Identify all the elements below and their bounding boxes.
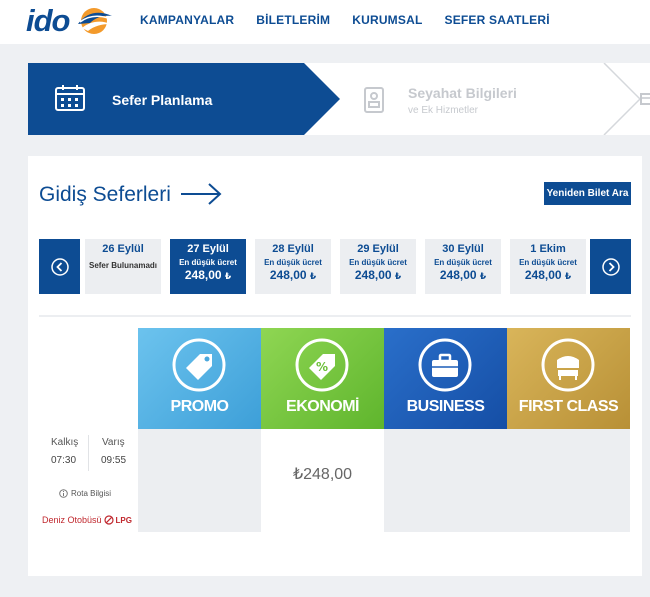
search-again-button[interactable]: Yeniden Bilet Ara <box>544 182 631 205</box>
nav-kampanyalar[interactable]: KAMPANYALAR <box>140 13 234 27</box>
date-option[interactable]: 30 Eylül En düşük ücret 248,00 ₺ <box>425 239 501 294</box>
step-2-label: Seyahat Bilgileri <box>408 85 517 101</box>
departure-label: Kalkış <box>51 437 79 448</box>
date-label: 26 Eylül <box>102 243 144 255</box>
ido-logo[interactable]: ido <box>26 3 114 39</box>
time-divider <box>88 435 89 471</box>
date-label: 27 Eylül <box>187 243 229 255</box>
route-info-link[interactable]: Rota Bilgisi <box>59 489 111 498</box>
date-label: 30 Eylül <box>442 243 484 255</box>
calendar-icon <box>55 85 85 111</box>
promo-tag-icon <box>172 338 226 392</box>
vessel-name: Deniz Otobüsü <box>42 515 102 525</box>
fuel-badge: LPG <box>115 515 132 525</box>
date-next-button[interactable] <box>590 239 631 294</box>
departure-panel: Gidiş Seferleri Yeniden Bilet Ara 26 Eyl… <box>28 156 642 576</box>
trip-info: Kalkış 07:30 Varış 09:55 Rota Bilgisi De… <box>39 429 138 532</box>
economy-discount-icon: % <box>295 338 349 392</box>
date-status: En düşük ücret <box>349 258 407 267</box>
info-icon <box>59 489 68 498</box>
date-price: 248,00 ₺ <box>439 268 487 282</box>
date-prev-button[interactable] <box>39 239 80 294</box>
svg-text:%: % <box>316 360 328 374</box>
top-bar: ido KAMPANYALAR BİLETLERİM KURUMSAL SEFE… <box>0 0 650 44</box>
nav-biletlerim[interactable]: BİLETLERİM <box>256 13 330 27</box>
date-label: 28 Eylül <box>272 243 314 255</box>
booking-steps: Sefer Planlama Seyahat Bilgileri ve Ek H… <box>28 63 650 135</box>
passenger-card-icon <box>364 87 384 113</box>
step-1-label: Sefer Planlama <box>112 92 213 108</box>
departure-time: 07:30 <box>51 455 77 466</box>
chevron-right-icon <box>601 257 620 276</box>
date-status: Sefer Bulunamadı <box>88 261 157 270</box>
date-label: 1 Ekim <box>530 243 566 255</box>
fare-cell-promo <box>138 429 261 532</box>
fare-cell-first-class <box>507 429 630 532</box>
date-label: 29 Eylül <box>357 243 399 255</box>
date-price: 248,00 ₺ <box>524 268 572 282</box>
page-title: Gidiş Seferleri <box>39 183 171 206</box>
date-option-selected[interactable]: 27 Eylül En düşük ücret 248,00 ₺ <box>170 239 246 294</box>
date-status: En düşük ücret <box>179 258 237 267</box>
dolphin-logo-icon <box>77 8 112 34</box>
logo-text: ido <box>26 3 70 38</box>
arrival-label: Varış <box>102 437 125 448</box>
divider <box>39 315 631 317</box>
date-price: 248,00 ₺ <box>354 268 402 282</box>
fare-header-ekonomi: % EKONOMİ <box>261 328 384 429</box>
date-price: 248,00 ₺ <box>184 268 232 282</box>
main-nav: KAMPANYALAR BİLETLERİM KURUMSAL SEFER SA… <box>140 13 572 27</box>
arrow-right-icon <box>181 183 222 205</box>
date-option[interactable]: 29 Eylül En düşük ücret 248,00 ₺ <box>340 239 416 294</box>
nav-kurumsal[interactable]: KURUMSAL <box>352 13 422 27</box>
date-option[interactable]: 26 Eylül Sefer Bulunamadı <box>85 239 161 294</box>
date-status: En düşük ücret <box>519 258 577 267</box>
fare-name: PROMO <box>170 398 229 415</box>
no-sign-icon <box>103 515 114 525</box>
fare-price: ₺248,00 <box>292 466 353 483</box>
date-price: 248,00 ₺ <box>269 268 317 282</box>
step-sefer-planlama[interactable]: Sefer Planlama <box>28 63 340 135</box>
route-info-label: Rota Bilgisi <box>71 489 112 498</box>
arrival-time: 09:55 <box>101 455 127 466</box>
date-option[interactable]: 28 Eylül En düşük ücret 248,00 ₺ <box>255 239 331 294</box>
step-2-sublabel: ve Ek Hizmetler <box>408 105 479 116</box>
date-option[interactable]: 1 Ekim En düşük ücret 248,00 ₺ <box>510 239 586 294</box>
step-3-icon <box>640 93 650 105</box>
fare-cell-business <box>384 429 507 532</box>
vessel-type: Deniz Otobüsü LPG <box>42 515 132 525</box>
fare-name: BUSINESS <box>406 398 485 415</box>
date-status: En düşük ücret <box>434 258 492 267</box>
date-status: En düşük ücret <box>264 258 322 267</box>
fare-header-business: BUSINESS <box>384 328 507 429</box>
fare-cell-ekonomi[interactable]: ₺248,00 <box>261 429 384 532</box>
briefcase-icon <box>418 338 472 392</box>
nav-sefer-saatleri[interactable]: SEFER SAATLERİ <box>444 13 549 27</box>
fare-header-first-class: FIRST CLASS <box>507 328 630 429</box>
fare-header-promo: PROMO <box>138 328 261 429</box>
chevron-left-icon <box>50 257 69 276</box>
fare-name: EKONOMİ <box>286 398 359 415</box>
fare-name: FIRST CLASS <box>518 398 619 415</box>
seat-icon <box>541 338 595 392</box>
